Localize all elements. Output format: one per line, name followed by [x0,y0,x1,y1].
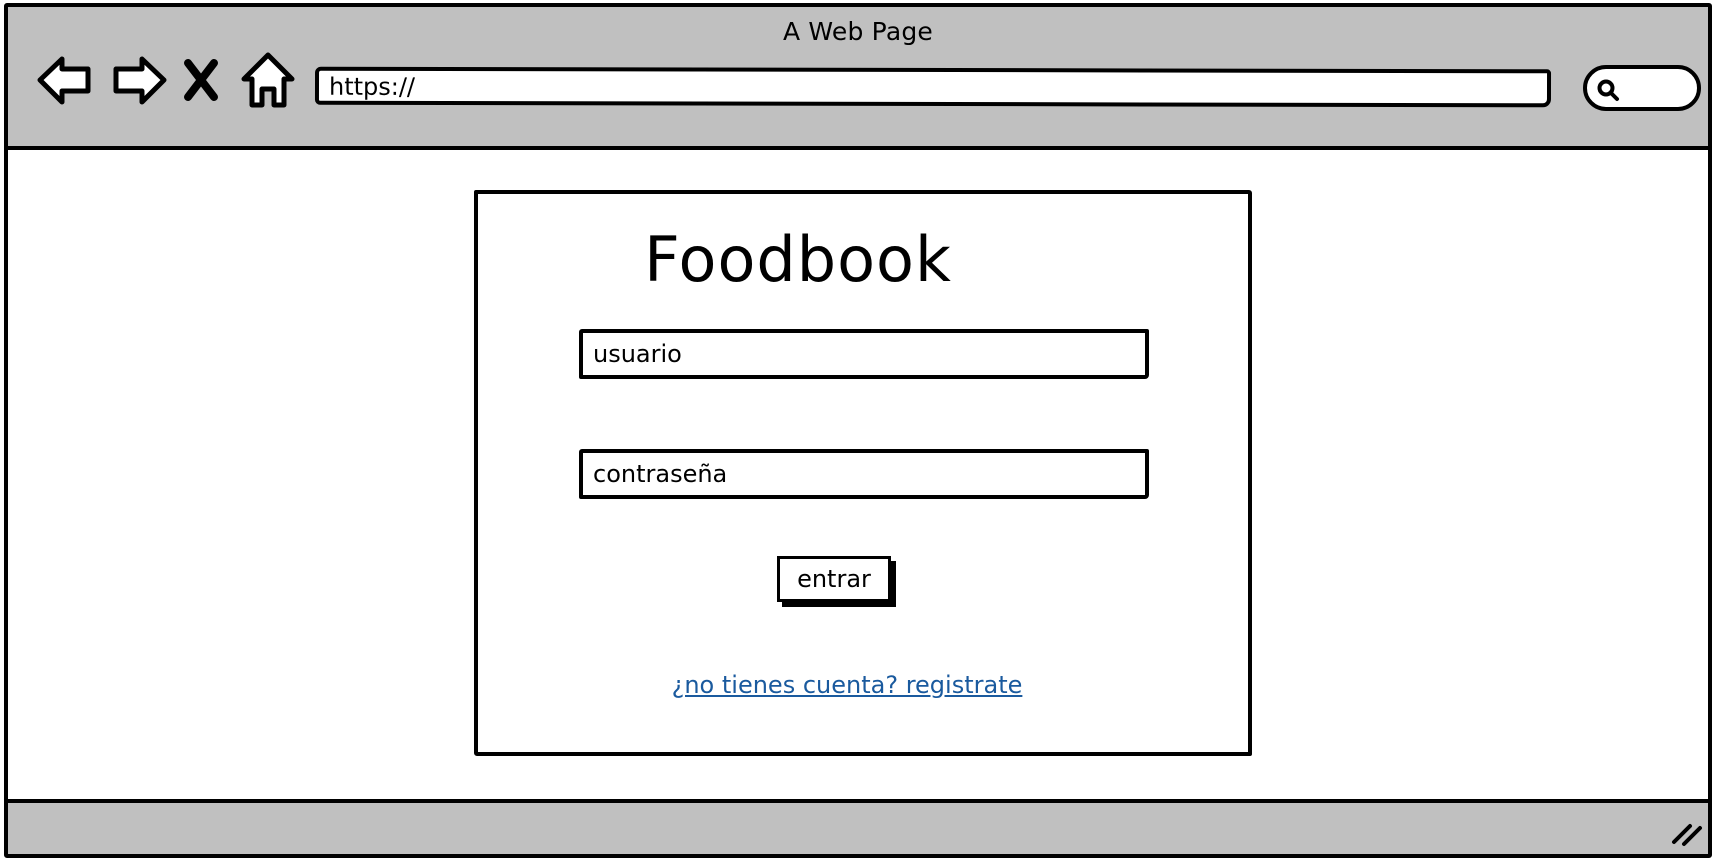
browser-chrome: A Web Page https:// [8,7,1708,150]
password-placeholder: contraseña [593,460,728,488]
home-icon[interactable] [240,47,296,113]
browser-search-field[interactable] [1583,65,1701,111]
window-title: A Web Page [782,17,934,46]
app-title: Foodbook [644,223,952,296]
resize-grip-icon[interactable] [1668,818,1704,848]
url-bar[interactable]: https:// [314,66,1552,108]
back-icon[interactable] [34,47,96,113]
enter-button[interactable]: entrar [777,556,891,602]
username-field[interactable]: usuario [579,329,1149,379]
search-icon [1597,79,1619,101]
close-icon[interactable] [178,47,226,113]
forward-icon[interactable] [108,47,170,113]
username-placeholder: usuario [593,340,682,368]
browser-window: A Web Page https:// Foodbook usuario con… [4,3,1712,858]
register-link[interactable]: ¿no tienes cuenta? registrate [478,671,1248,699]
password-field[interactable]: contraseña [579,449,1149,499]
url-text: https:// [328,72,416,101]
status-bar [8,799,1708,854]
login-card: Foodbook usuario contraseña entrar ¿no t… [474,190,1252,756]
